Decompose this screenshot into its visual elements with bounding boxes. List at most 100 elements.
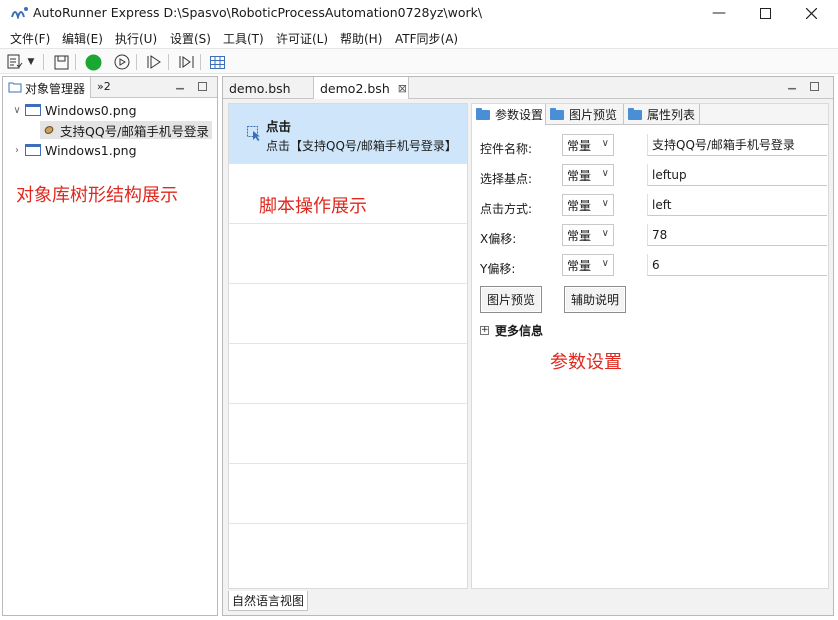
more-info-label: 更多信息 <box>495 324 544 338</box>
close-button[interactable] <box>788 0 834 26</box>
tab-demo2-bsh[interactable]: demo2.bsh ⊠ <box>313 77 409 99</box>
toolbar-separator <box>75 54 76 70</box>
menu-help[interactable]: 帮助(H) <box>340 30 382 47</box>
param-value-text: 支持QQ号/邮箱手机号登录 <box>652 138 795 152</box>
param-mode-value: 常量 <box>567 228 592 243</box>
param-value-y-offset[interactable]: 6 <box>647 254 827 276</box>
toolbar-separator <box>43 54 44 70</box>
window-icon <box>25 104 41 116</box>
chevron-down-icon[interactable]: ∨ <box>11 105 23 116</box>
click-cursor-icon <box>247 126 260 141</box>
run-button[interactable] <box>84 53 102 71</box>
minimize-button[interactable]: — <box>696 0 742 26</box>
help-info-button[interactable]: 辅助说明 <box>564 286 626 313</box>
toolbar-separator <box>168 54 169 70</box>
param-label-control-name: 控件名称: <box>480 142 533 156</box>
step-row-empty[interactable] <box>229 464 467 524</box>
param-value-base-point[interactable]: leftup <box>647 164 827 186</box>
param-mode-value: 常量 <box>567 258 592 273</box>
param-value-click-method[interactable]: left <box>647 194 827 216</box>
chevron-right-icon[interactable]: › <box>11 145 23 156</box>
save-button[interactable] <box>52 53 70 71</box>
step-row-empty[interactable] <box>229 344 467 404</box>
param-value-x-offset[interactable]: 78 <box>647 224 827 246</box>
step-title: 点击 <box>266 119 292 134</box>
tree-item-login-control[interactable]: 支持QQ号/邮箱手机号登录 <box>40 121 212 139</box>
tab-object-manager[interactable]: 对象管理器 <box>3 77 91 98</box>
tree-item-windows0[interactable]: ∨ Windows0.png <box>11 101 137 119</box>
object-manager-panel: 对象管理器 »2 ▁ ∨ Windows0.png 支持QQ号/邮箱手机号登录 … <box>2 76 218 616</box>
tab-overflow[interactable]: »2 <box>97 80 111 93</box>
param-value-control-name[interactable]: 支持QQ号/邮箱手机号登录 <box>647 134 827 156</box>
tree-item-windows0-label: Windows0.png <box>45 102 137 118</box>
step-click[interactable]: 点击 点击【支持QQ号/邮箱手机号登录】 <box>229 104 467 164</box>
more-info-toggle[interactable]: + 更多信息 <box>480 322 543 339</box>
tab-param-settings[interactable]: 参数设置 <box>472 104 546 125</box>
step-row-empty[interactable] <box>229 404 467 464</box>
chevron-down-icon: ∨ <box>601 228 609 239</box>
minimize-panel-icon[interactable]: ▁ <box>175 80 185 90</box>
menu-file[interactable]: 文件(F) <box>10 30 50 47</box>
tab-close-icon[interactable]: ⊠ <box>398 82 407 95</box>
menu-atf-sync[interactable]: ATF同步(A) <box>395 30 458 47</box>
chevron-down-icon: ∨ <box>601 258 609 269</box>
window-title: AutoRunner Express D:\Spasvo\RoboticProc… <box>33 5 483 20</box>
dropdown-arrow-icon: ▼ <box>27 57 35 67</box>
param-label-click-method: 点击方式: <box>480 202 533 216</box>
maximize-button[interactable] <box>742 0 788 26</box>
folder-icon <box>476 107 490 120</box>
maximize-panel-icon[interactable] <box>198 82 207 91</box>
new-script-button[interactable] <box>6 53 24 71</box>
play-button[interactable] <box>113 53 131 71</box>
step-row-empty[interactable] <box>229 284 467 344</box>
tree-item-windows1[interactable]: › Windows1.png <box>11 141 137 159</box>
maximize-editor-icon[interactable] <box>810 82 819 91</box>
tab-demo-bsh-label: demo.bsh <box>229 80 291 96</box>
editor-tabbar: demo.bsh demo2.bsh ⊠ ▁ <box>223 77 833 99</box>
step-row-empty[interactable] <box>229 524 467 584</box>
menu-settings[interactable]: 设置(S) <box>170 30 211 47</box>
menu-tools[interactable]: 工具(T) <box>223 30 264 47</box>
minimize-icon: — <box>712 5 726 21</box>
editor-area: demo.bsh demo2.bsh ⊠ ▁ 点击 点击【支持QQ号/邮箱手机号… <box>222 76 834 616</box>
table-grid-icon <box>209 55 225 69</box>
param-label-base-point: 选择基点: <box>480 172 533 186</box>
step-run-button[interactable] <box>145 53 163 71</box>
tab-natural-language-view[interactable]: 自然语言视图 <box>228 591 308 611</box>
param-mode-click-method[interactable]: 常量 ∨ <box>562 194 614 216</box>
expand-plus-icon: + <box>480 325 489 335</box>
chevron-down-icon: ∨ <box>601 198 609 209</box>
menu-bar: 文件(F) 编辑(E) 执行(U) 设置(S) 工具(T) 许可证(L) 帮助(… <box>0 28 838 48</box>
menu-license[interactable]: 许可证(L) <box>276 30 328 47</box>
tab-demo-bsh[interactable]: demo.bsh <box>223 77 313 99</box>
menu-run[interactable]: 执行(U) <box>115 30 157 47</box>
new-dropdown-button[interactable]: ▼ <box>25 53 37 71</box>
script-caption: 脚本操作展示 <box>259 196 367 217</box>
parameter-tabbar: 参数设置 图片预览 属性列表 <box>472 104 828 125</box>
param-value-text: left <box>652 197 672 212</box>
tab-property-list[interactable]: 属性列表 <box>624 104 700 125</box>
object-manager-tabbar: 对象管理器 »2 ▁ <box>3 77 217 98</box>
param-mode-x-offset[interactable]: 常量 ∨ <box>562 224 614 246</box>
script-steps-panel: 点击 点击【支持QQ号/邮箱手机号登录】 脚本操作展示 <box>228 103 468 589</box>
param-value-text: 6 <box>652 257 660 272</box>
image-preview-button[interactable]: 图片预览 <box>480 286 542 313</box>
control-object-icon <box>44 126 54 134</box>
step-description: 点击【支持QQ号/邮箱手机号登录】 <box>266 139 457 153</box>
tab-demo2-bsh-label: demo2.bsh <box>320 80 390 96</box>
tab-object-manager-label: 对象管理器 <box>25 82 86 96</box>
step-over-icon <box>179 56 193 68</box>
tree-item-windows1-label: Windows1.png <box>45 142 137 158</box>
minimize-editor-icon[interactable]: ▁ <box>787 80 797 90</box>
toolbar: ▼ <box>0 48 838 74</box>
menu-edit[interactable]: 编辑(E) <box>62 30 103 47</box>
param-mode-control-name[interactable]: 常量 ∨ <box>562 134 614 156</box>
maximize-icon <box>759 7 771 19</box>
step-row-empty[interactable] <box>229 224 467 284</box>
param-mode-base-point[interactable]: 常量 ∨ <box>562 164 614 186</box>
tab-image-preview[interactable]: 图片预览 <box>546 104 624 125</box>
folder-icon <box>550 107 564 120</box>
step-over-button[interactable] <box>177 53 195 71</box>
table-view-button[interactable] <box>208 53 226 71</box>
param-mode-y-offset[interactable]: 常量 ∨ <box>562 254 614 276</box>
